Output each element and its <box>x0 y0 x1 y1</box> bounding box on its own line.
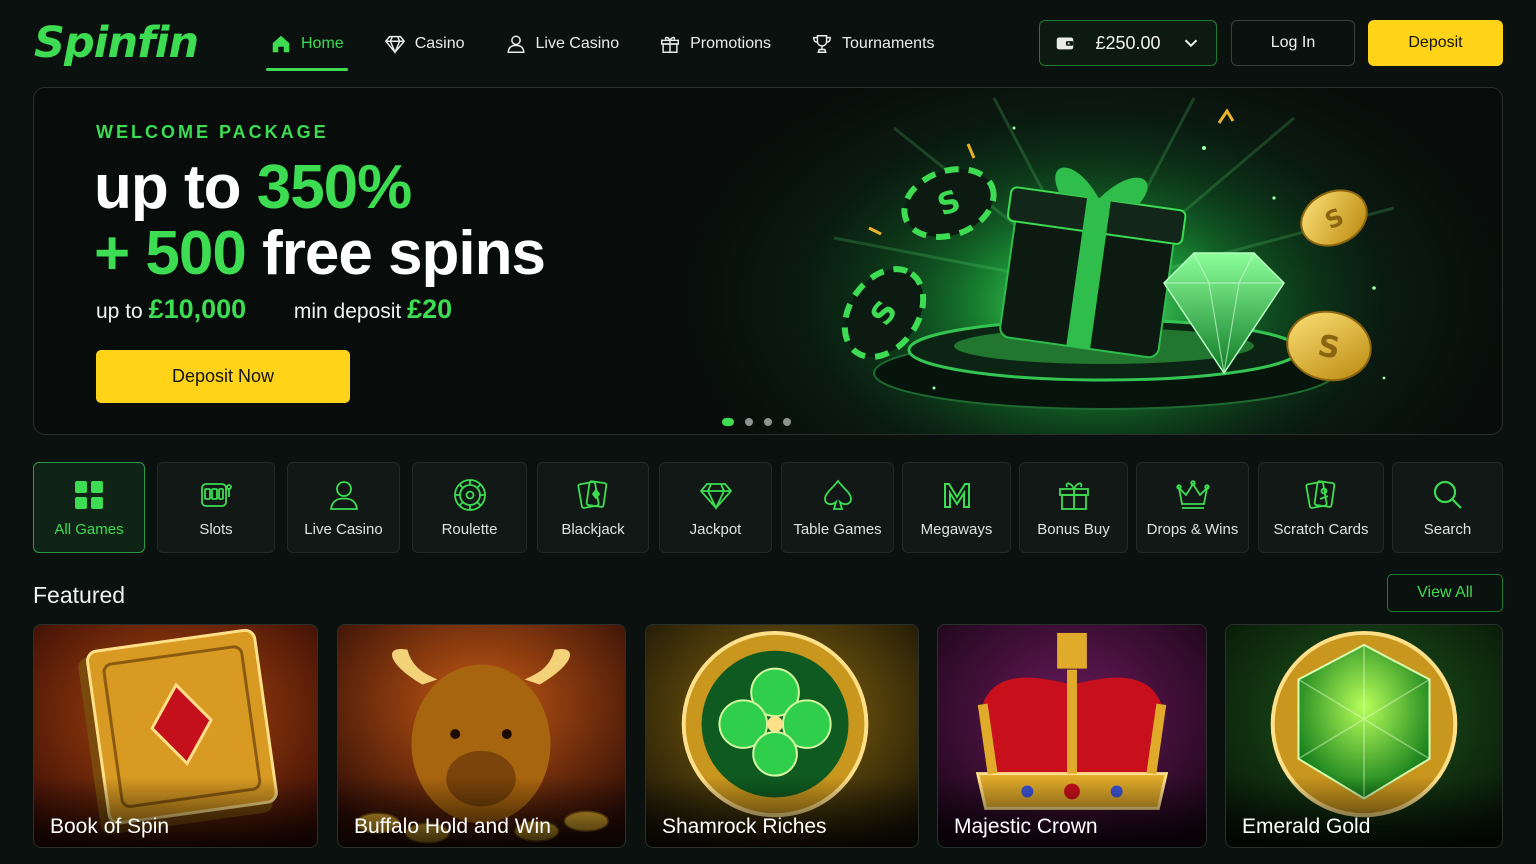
deposit-now-button[interactable]: Deposit Now <box>96 350 350 403</box>
category-label: Bonus Buy <box>1037 521 1110 538</box>
category-label: Table Games <box>793 521 882 538</box>
game-card-buffalo-hold-and-win[interactable]: Buffalo Hold and Win <box>337 624 626 848</box>
hero-percent: 350% <box>256 153 413 222</box>
category-all-games[interactable]: All Games <box>33 462 145 553</box>
spinfin-logo[interactable]: Spinfin <box>34 18 199 68</box>
nav-casino[interactable]: Casino <box>380 20 469 68</box>
deposit-button[interactable]: Deposit <box>1368 20 1503 66</box>
nav-tournaments[interactable]: Tournaments <box>807 20 939 68</box>
gift-icon <box>661 36 680 53</box>
featured-heading: Featured <box>33 582 126 608</box>
gift-box-art: S S S S <box>833 97 1395 434</box>
carousel-dot-2[interactable] <box>745 418 753 426</box>
spade-icon <box>823 479 852 510</box>
welcome-banner: S S S S WELCOME PACKAGE up to 350% + 500… <box>33 87 1503 435</box>
nav-tournaments-label: Tournaments <box>842 35 935 52</box>
wallet-icon <box>1056 37 1074 50</box>
carousel-dot-4[interactable] <box>783 418 791 426</box>
category-label: Megaways <box>920 521 993 538</box>
game-title: Emerald Gold <box>1242 815 1371 838</box>
game-card-book-of-spin[interactable]: Book of Spin <box>33 624 318 848</box>
user-icon <box>329 481 358 510</box>
home-icon <box>272 35 290 53</box>
max-bonus-value: £10,000 <box>148 294 247 324</box>
category-search[interactable]: Search <box>1392 462 1503 553</box>
nav-casino-label: Casino <box>414 35 465 52</box>
category-megaways[interactable]: Megaways <box>902 462 1011 553</box>
nav-live-casino-label: Live Casino <box>535 35 620 52</box>
min-deposit-label: min deposit <box>293 300 402 323</box>
category-label: Scratch Cards <box>1273 521 1369 538</box>
category-label: All Games <box>54 521 124 538</box>
carousel-dots <box>722 418 791 426</box>
category-bonus-buy[interactable]: Bonus Buy <box>1019 462 1128 553</box>
hero-headline-line2: + 500 free spins <box>94 218 546 289</box>
category-slots[interactable]: Slots <box>157 462 275 553</box>
category-blackjack[interactable]: Blackjack <box>537 462 649 553</box>
balance-amount: £250.00 <box>1095 32 1161 53</box>
category-label: Jackpot <box>689 521 742 538</box>
game-title: Shamrock Riches <box>662 815 827 838</box>
category-drops-and-wins[interactable]: Drops & Wins <box>1136 462 1249 553</box>
nav-live-casino[interactable]: Live Casino <box>501 20 624 68</box>
category-roulette[interactable]: Roulette <box>412 462 527 553</box>
category-jackpot[interactable]: Jackpot <box>659 462 772 553</box>
megaways-icon <box>943 483 970 508</box>
view-all-button[interactable]: View All <box>1387 574 1503 612</box>
category-label: Slots <box>199 521 233 538</box>
cards-icon <box>577 480 608 509</box>
roulette-icon <box>453 479 486 511</box>
hero-terms: up to £10,000 min deposit £20 <box>96 294 452 325</box>
main-nav: Home Casino Live Casino Promotions Tourn… <box>266 20 971 72</box>
game-title: Buffalo Hold and Win <box>354 815 551 838</box>
nav-home-label: Home <box>301 35 344 52</box>
user-icon <box>506 35 525 53</box>
hero-headline-line1: up to 350% <box>94 152 413 223</box>
game-title: Book of Spin <box>50 815 170 838</box>
carousel-dot-3[interactable] <box>764 418 772 426</box>
category-label: Roulette <box>441 521 498 538</box>
category-label: Drops & Wins <box>1146 521 1239 538</box>
grid-icon <box>75 481 103 509</box>
category-label: Blackjack <box>561 521 625 538</box>
diamond-icon <box>699 483 732 511</box>
diamond-icon <box>384 35 405 55</box>
category-label: Search <box>1423 521 1472 538</box>
chevron-down-icon <box>1184 39 1198 48</box>
hero-spins-count: + 500 <box>94 219 247 288</box>
category-table-games[interactable]: Table Games <box>781 462 894 553</box>
max-bonus-label: up to <box>96 300 143 323</box>
slot-machine-icon <box>201 483 232 507</box>
scratch-card-icon <box>1305 480 1336 509</box>
gift-icon <box>1058 482 1089 510</box>
trophy-icon <box>813 35 832 53</box>
game-title: Majestic Crown <box>954 815 1098 838</box>
game-card-shamrock-riches[interactable]: Shamrock Riches <box>645 624 919 848</box>
crown-icon <box>1175 480 1210 509</box>
nav-home[interactable]: Home <box>266 20 348 71</box>
nav-promotions-label: Promotions <box>690 35 772 52</box>
login-button[interactable]: Log In <box>1231 20 1355 66</box>
category-label: Live Casino <box>304 521 383 538</box>
search-icon <box>1433 480 1462 509</box>
balance-dropdown[interactable]: £250.00 <box>1039 20 1217 66</box>
category-scratch-cards[interactable]: Scratch Cards <box>1258 462 1384 553</box>
game-card-emerald-gold[interactable]: Emerald Gold <box>1225 624 1503 848</box>
game-card-majestic-crown[interactable]: Majestic Crown <box>937 624 1207 848</box>
carousel-dot-1[interactable] <box>722 418 734 426</box>
hero-line2-text: free spins <box>245 219 546 288</box>
min-deposit-value: £20 <box>407 294 453 324</box>
category-live-casino[interactable]: Live Casino <box>287 462 400 553</box>
hero-eyebrow: WELCOME PACKAGE <box>96 122 329 142</box>
nav-promotions[interactable]: Promotions <box>655 20 775 68</box>
hero-line1-text: up to <box>94 153 257 222</box>
